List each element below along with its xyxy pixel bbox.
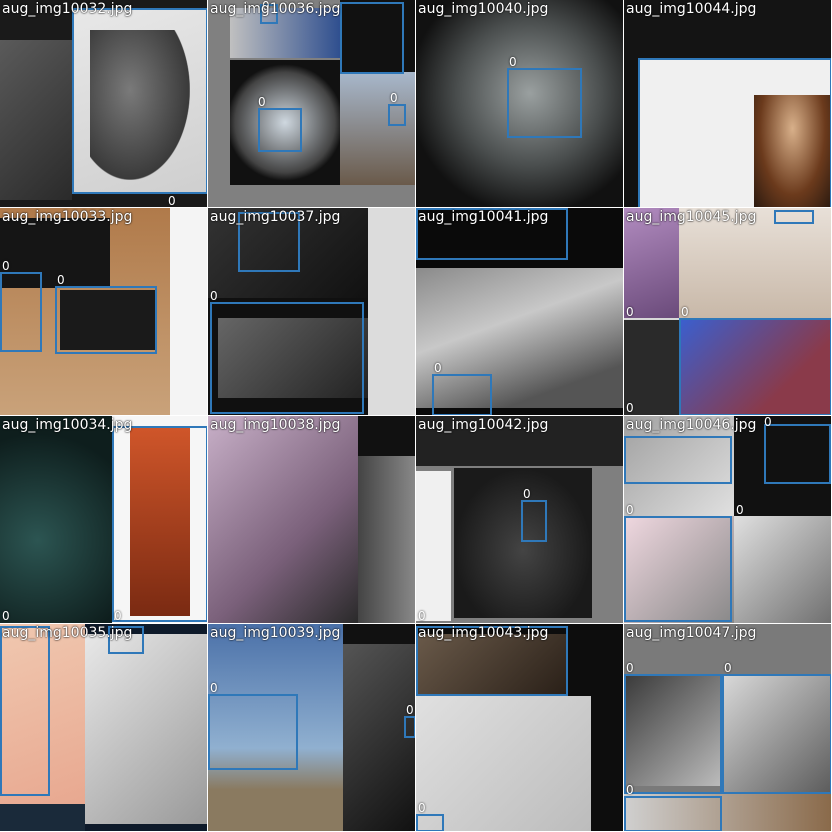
bounding-box bbox=[208, 694, 298, 770]
class-label: 0 bbox=[764, 416, 772, 429]
class-label: 0 bbox=[210, 681, 218, 695]
image-filename: aug_img10041.jpg bbox=[418, 209, 549, 225]
class-label: 0 bbox=[626, 305, 634, 319]
bounding-box bbox=[624, 674, 722, 794]
class-label: 0 bbox=[724, 661, 732, 675]
bounding-box bbox=[624, 796, 722, 831]
bounding-box bbox=[774, 210, 814, 224]
tile-1: 0 aug_img10032.jpg bbox=[0, 0, 207, 207]
image-filename: aug_img10035.jpg bbox=[2, 625, 133, 641]
tile-7: 0 aug_img10041.jpg bbox=[416, 208, 623, 415]
image-filename: aug_img10044.jpg bbox=[626, 1, 757, 17]
bounding-box bbox=[0, 626, 50, 796]
tile-10: aug_img10038.jpg bbox=[208, 416, 415, 623]
image-filename: aug_img10040.jpg bbox=[418, 1, 549, 17]
class-label: 0 bbox=[509, 55, 517, 69]
image-filename: aug_img10043.jpg bbox=[418, 625, 549, 641]
image-filename: aug_img10047.jpg bbox=[626, 625, 757, 641]
image-filename: aug_img10034.jpg bbox=[2, 417, 133, 433]
bounding-box bbox=[624, 516, 732, 622]
bounding-box bbox=[679, 318, 831, 415]
class-label: 0 bbox=[114, 609, 122, 623]
bounding-box bbox=[404, 716, 415, 738]
class-label: 0 bbox=[418, 801, 426, 815]
image-filename: aug_img10039.jpg bbox=[210, 625, 341, 641]
bounding-box bbox=[258, 108, 302, 152]
tile-16: 0 0 0 aug_img10047.jpg bbox=[624, 624, 831, 831]
bounding-box bbox=[340, 2, 404, 74]
bounding-box bbox=[638, 58, 831, 207]
class-label: 0 bbox=[626, 401, 634, 415]
image-filename: aug_img10032.jpg bbox=[2, 1, 133, 17]
tile-14: 0 0 aug_img10039.jpg bbox=[208, 624, 415, 831]
bounding-box bbox=[764, 424, 831, 484]
tile-13: aug_img10035.jpg bbox=[0, 624, 207, 831]
bounding-box bbox=[210, 302, 364, 414]
tile-12: 0 0 0 aug_img10046.jpg bbox=[624, 416, 831, 623]
image-filename: aug_img10045.jpg bbox=[626, 209, 757, 225]
bounding-box bbox=[722, 674, 831, 794]
tile-3: 0 aug_img10040.jpg bbox=[416, 0, 623, 207]
bounding-box bbox=[432, 374, 492, 415]
image-filename: aug_img10037.jpg bbox=[210, 209, 341, 225]
tile-11: 0 0 aug_img10042.jpg bbox=[416, 416, 623, 623]
class-label: 0 bbox=[681, 305, 689, 319]
class-label: 0 bbox=[626, 783, 634, 797]
tile-5: 0 0 aug_img10033.jpg bbox=[0, 208, 207, 415]
tile-8: 0 0 0 aug_img10045.jpg bbox=[624, 208, 831, 415]
class-label: 0 bbox=[626, 503, 634, 517]
tile-6: 0 aug_img10037.jpg bbox=[208, 208, 415, 415]
image-filename: aug_img10033.jpg bbox=[2, 209, 133, 225]
bounding-box bbox=[55, 286, 157, 354]
bounding-box bbox=[0, 272, 42, 352]
class-label: 0 bbox=[434, 361, 442, 375]
image-filename: aug_img10046.jpg bbox=[626, 417, 757, 433]
class-label: 0 bbox=[390, 91, 398, 105]
class-label: 0 bbox=[523, 487, 531, 501]
image-filename: aug_img10038.jpg bbox=[210, 417, 341, 433]
class-label: 0 bbox=[736, 503, 744, 517]
bounding-box bbox=[112, 426, 207, 622]
image-filename: aug_img10042.jpg bbox=[418, 417, 549, 433]
class-label: 0 bbox=[2, 259, 10, 273]
bounding-box bbox=[507, 68, 582, 138]
class-label: 0 bbox=[2, 609, 10, 623]
image-grid: 0 aug_img10032.jpg 0 0 0 aug_img10036.jp… bbox=[0, 0, 832, 832]
bounding-box bbox=[521, 500, 547, 542]
class-label: 0 bbox=[418, 609, 426, 623]
bounding-box bbox=[416, 814, 444, 831]
class-label: 0 bbox=[210, 289, 218, 303]
image-filename: aug_img10036.jpg bbox=[210, 1, 341, 17]
tile-4: aug_img10044.jpg bbox=[624, 0, 831, 207]
tile-2: 0 0 0 aug_img10036.jpg bbox=[208, 0, 415, 207]
bounding-box bbox=[72, 8, 207, 194]
class-label: 0 bbox=[57, 273, 65, 287]
tile-9: 0 0 aug_img10034.jpg bbox=[0, 416, 207, 623]
class-label: 0 bbox=[168, 194, 176, 207]
bounding-box bbox=[388, 104, 406, 126]
class-label: 0 bbox=[626, 661, 634, 675]
tile-15: 0 aug_img10043.jpg bbox=[416, 624, 623, 831]
class-label: 0 bbox=[406, 703, 414, 717]
class-label: 0 bbox=[258, 95, 266, 109]
bounding-box bbox=[624, 436, 732, 484]
